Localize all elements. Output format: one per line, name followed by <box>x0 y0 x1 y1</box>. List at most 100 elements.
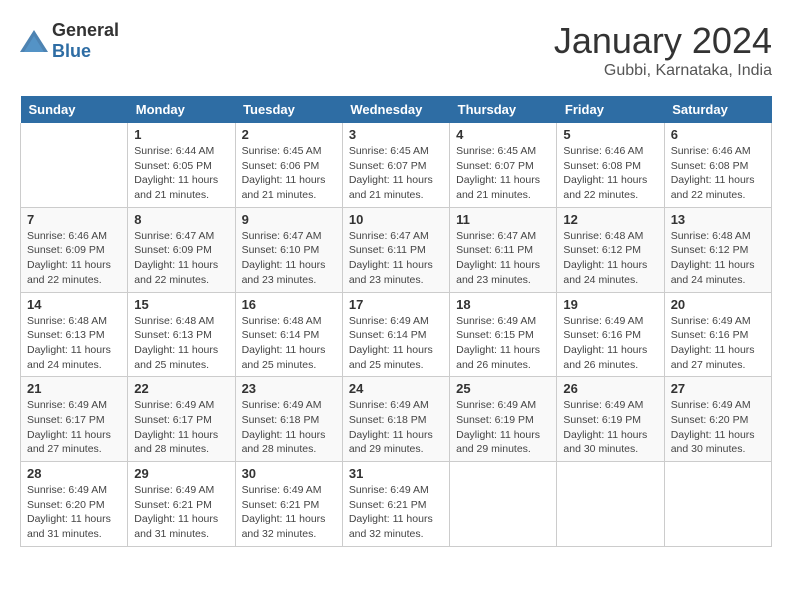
calendar-cell: 31 Sunrise: 6:49 AMSunset: 6:21 PMDayligh… <box>342 462 449 547</box>
day-number: 11 <box>456 212 550 227</box>
day-info: Sunrise: 6:49 AMSunset: 6:20 PMDaylight:… <box>671 398 765 457</box>
logo: General Blue <box>20 20 119 62</box>
day-info: Sunrise: 6:49 AMSunset: 6:14 PMDaylight:… <box>349 314 443 373</box>
day-info: Sunrise: 6:49 AMSunset: 6:21 PMDaylight:… <box>134 483 228 542</box>
day-info: Sunrise: 6:48 AMSunset: 6:13 PMDaylight:… <box>134 314 228 373</box>
calendar-cell: 30 Sunrise: 6:49 AMSunset: 6:21 PMDayligh… <box>235 462 342 547</box>
day-number: 24 <box>349 381 443 396</box>
calendar-cell: 19 Sunrise: 6:49 AMSunset: 6:16 PMDayligh… <box>557 292 664 377</box>
day-number: 2 <box>242 127 336 142</box>
day-info: Sunrise: 6:47 AMSunset: 6:11 PMDaylight:… <box>456 229 550 288</box>
day-number: 4 <box>456 127 550 142</box>
day-info: Sunrise: 6:49 AMSunset: 6:19 PMDaylight:… <box>456 398 550 457</box>
calendar-cell: 23Sunrise: 6:49 AMSunset: 6:18 PMDayligh… <box>235 377 342 462</box>
day-number: 17 <box>349 297 443 312</box>
weekday-header-wednesday: Wednesday <box>342 96 449 123</box>
calendar-cell: 6 Sunrise: 6:46 AMSunset: 6:08 PMDaylight… <box>664 123 771 207</box>
calendar-table: SundayMondayTuesdayWednesdayThursdayFrid… <box>20 96 772 547</box>
weekday-header-thursday: Thursday <box>450 96 557 123</box>
calendar-cell: 21Sunrise: 6:49 AMSunset: 6:17 PMDayligh… <box>21 377 128 462</box>
calendar-cell: 5 Sunrise: 6:46 AMSunset: 6:08 PMDaylight… <box>557 123 664 207</box>
calendar-cell <box>450 462 557 547</box>
day-number: 25 <box>456 381 550 396</box>
calendar-cell: 2 Sunrise: 6:45 AMSunset: 6:06 PMDaylight… <box>235 123 342 207</box>
logo-text: General Blue <box>52 20 119 62</box>
calendar-cell: 27 Sunrise: 6:49 AMSunset: 6:20 PMDayligh… <box>664 377 771 462</box>
day-info: Sunrise: 6:49 AMSunset: 6:21 PMDaylight:… <box>349 483 443 542</box>
day-number: 13 <box>671 212 765 227</box>
calendar-cell: 3Sunrise: 6:45 AMSunset: 6:07 PMDaylight… <box>342 123 449 207</box>
day-number: 16 <box>242 297 336 312</box>
calendar-cell: 4 Sunrise: 6:45 AMSunset: 6:07 PMDaylight… <box>450 123 557 207</box>
day-number: 22 <box>134 381 228 396</box>
calendar-cell: 26 Sunrise: 6:49 AMSunset: 6:19 PMDayligh… <box>557 377 664 462</box>
day-number: 6 <box>671 127 765 142</box>
day-number: 19 <box>563 297 657 312</box>
calendar-cell: 20 Sunrise: 6:49 AMSunset: 6:16 PMDayligh… <box>664 292 771 377</box>
calendar-cell: 13 Sunrise: 6:48 AMSunset: 6:12 PMDayligh… <box>664 207 771 292</box>
day-number: 9 <box>242 212 336 227</box>
day-info: Sunrise: 6:46 AMSunset: 6:08 PMDaylight:… <box>563 144 657 203</box>
weekday-header-friday: Friday <box>557 96 664 123</box>
calendar-cell: 8Sunrise: 6:47 AMSunset: 6:09 PMDaylight… <box>128 207 235 292</box>
calendar-cell: 9 Sunrise: 6:47 AMSunset: 6:10 PMDaylight… <box>235 207 342 292</box>
day-number: 5 <box>563 127 657 142</box>
day-number: 10 <box>349 212 443 227</box>
day-number: 27 <box>671 381 765 396</box>
day-number: 21 <box>27 381 121 396</box>
day-number: 18 <box>456 297 550 312</box>
day-info: Sunrise: 6:47 AMSunset: 6:10 PMDaylight:… <box>242 229 336 288</box>
calendar-title: January 2024 <box>554 20 772 62</box>
logo-icon <box>20 30 48 52</box>
day-info: Sunrise: 6:48 AMSunset: 6:13 PMDaylight:… <box>27 314 121 373</box>
title-area: January 2024 Gubbi, Karnataka, India <box>554 20 772 80</box>
calendar-cell: 29 Sunrise: 6:49 AMSunset: 6:21 PMDayligh… <box>128 462 235 547</box>
calendar-cell: 28 Sunrise: 6:49 AMSunset: 6:20 PMDayligh… <box>21 462 128 547</box>
weekday-header-saturday: Saturday <box>664 96 771 123</box>
day-info: Sunrise: 6:49 AMSunset: 6:21 PMDaylight:… <box>242 483 336 542</box>
day-info: Sunrise: 6:49 AMSunset: 6:15 PMDaylight:… <box>456 314 550 373</box>
logo-blue: Blue <box>52 41 91 61</box>
weekday-header-tuesday: Tuesday <box>235 96 342 123</box>
day-info: Sunrise: 6:49 AMSunset: 6:20 PMDaylight:… <box>27 483 121 542</box>
header: General Blue January 2024 Gubbi, Karnata… <box>20 20 772 80</box>
day-number: 20 <box>671 297 765 312</box>
day-number: 7 <box>27 212 121 227</box>
day-info: Sunrise: 6:49 AMSunset: 6:19 PMDaylight:… <box>563 398 657 457</box>
day-number: 29 <box>134 466 228 481</box>
weekday-header-sunday: Sunday <box>21 96 128 123</box>
calendar-cell: 18 Sunrise: 6:49 AMSunset: 6:15 PMDayligh… <box>450 292 557 377</box>
day-info: Sunrise: 6:47 AMSunset: 6:09 PMDaylight:… <box>134 229 228 288</box>
day-info: Sunrise: 6:44 AMSunset: 6:05 PMDaylight:… <box>134 144 228 203</box>
day-info: Sunrise: 6:48 AMSunset: 6:12 PMDaylight:… <box>563 229 657 288</box>
day-info: Sunrise: 6:45 AMSunset: 6:07 PMDaylight:… <box>456 144 550 203</box>
weekday-header-monday: Monday <box>128 96 235 123</box>
day-info: Sunrise: 6:49 AMSunset: 6:16 PMDaylight:… <box>563 314 657 373</box>
calendar-cell: 11 Sunrise: 6:47 AMSunset: 6:11 PMDayligh… <box>450 207 557 292</box>
calendar-cell: 24Sunrise: 6:49 AMSunset: 6:18 PMDayligh… <box>342 377 449 462</box>
calendar-location: Gubbi, Karnataka, India <box>554 62 772 80</box>
calendar-cell: 15Sunrise: 6:48 AMSunset: 6:13 PMDayligh… <box>128 292 235 377</box>
day-info: Sunrise: 6:49 AMSunset: 6:18 PMDaylight:… <box>242 398 336 457</box>
day-info: Sunrise: 6:48 AMSunset: 6:12 PMDaylight:… <box>671 229 765 288</box>
calendar-cell: 22 Sunrise: 6:49 AMSunset: 6:17 PMDayligh… <box>128 377 235 462</box>
day-info: Sunrise: 6:49 AMSunset: 6:16 PMDaylight:… <box>671 314 765 373</box>
day-info: Sunrise: 6:47 AMSunset: 6:11 PMDaylight:… <box>349 229 443 288</box>
day-info: Sunrise: 6:46 AMSunset: 6:08 PMDaylight:… <box>671 144 765 203</box>
day-number: 3 <box>349 127 443 142</box>
day-number: 12 <box>563 212 657 227</box>
day-number: 14 <box>27 297 121 312</box>
calendar-cell: 10 Sunrise: 6:47 AMSunset: 6:11 PMDayligh… <box>342 207 449 292</box>
calendar-cell <box>21 123 128 207</box>
day-info: Sunrise: 6:46 AMSunset: 6:09 PMDaylight:… <box>27 229 121 288</box>
calendar-cell: 14 Sunrise: 6:48 AMSunset: 6:13 PMDayligh… <box>21 292 128 377</box>
day-number: 28 <box>27 466 121 481</box>
day-number: 26 <box>563 381 657 396</box>
day-number: 1 <box>134 127 228 142</box>
calendar-cell <box>557 462 664 547</box>
day-info: Sunrise: 6:45 AMSunset: 6:06 PMDaylight:… <box>242 144 336 203</box>
calendar-cell: 7 Sunrise: 6:46 AMSunset: 6:09 PMDaylight… <box>21 207 128 292</box>
day-number: 31 <box>349 466 443 481</box>
day-number: 30 <box>242 466 336 481</box>
day-info: Sunrise: 6:49 AMSunset: 6:17 PMDaylight:… <box>134 398 228 457</box>
